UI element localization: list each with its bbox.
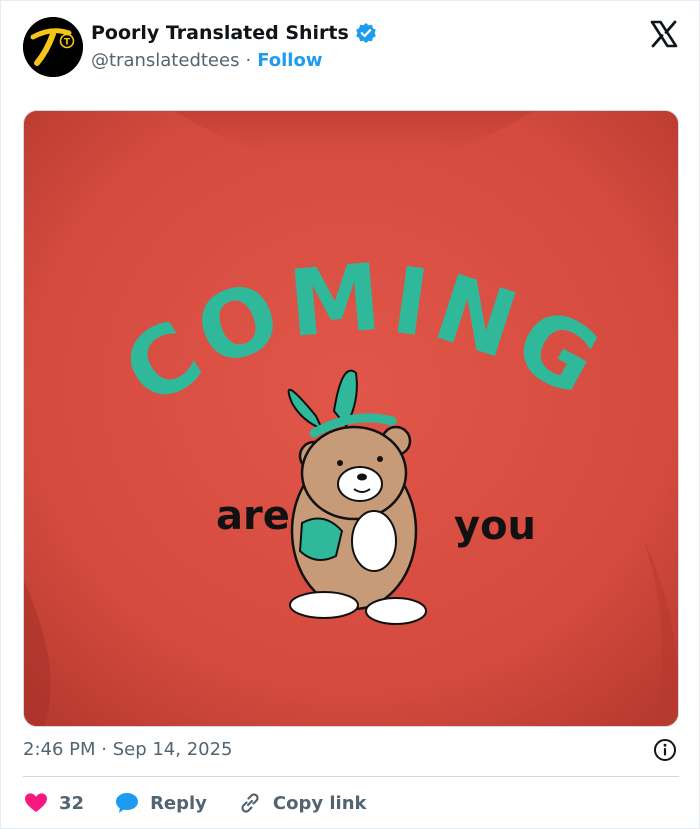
verified-badge-icon	[355, 22, 377, 44]
follow-button[interactable]: Follow	[257, 50, 322, 71]
avatar-letter: T	[64, 38, 71, 48]
tweet-header: T Poorly Translated Shirts @translatedte…	[23, 17, 679, 77]
info-icon[interactable]	[653, 738, 677, 762]
copy-link-label: Copy link	[272, 792, 367, 814]
link-icon	[237, 790, 263, 816]
reply-label: Reply	[150, 792, 207, 814]
display-name[interactable]: Poorly Translated Shirts	[91, 22, 349, 44]
like-button[interactable]: 32	[23, 790, 84, 816]
shirt-text-you: you	[454, 503, 536, 549]
tweet-actions: 32 Reply Copy link	[23, 789, 397, 817]
tweet-timestamp[interactable]: 2:46 PM · Sep 14, 2025	[23, 739, 233, 760]
copy-link-button[interactable]: Copy link	[237, 790, 367, 816]
like-count: 32	[59, 792, 85, 814]
heart-icon	[23, 790, 49, 816]
handle-row: @translatedtees · Follow	[91, 50, 322, 71]
reply-button[interactable]: Reply	[114, 790, 207, 816]
divider	[23, 776, 679, 777]
timestamp-row: 2:46 PM · Sep 14, 2025	[23, 738, 679, 764]
account-handle[interactable]: @translatedtees	[91, 50, 239, 71]
shirt-text-are: are	[216, 493, 290, 539]
separator-dot: ·	[245, 50, 252, 71]
reply-bubble-icon	[114, 790, 140, 816]
avatar[interactable]: T	[23, 17, 83, 77]
tweet-embed-card: T Poorly Translated Shirts @translatedte…	[0, 0, 700, 829]
x-logo-icon[interactable]	[649, 19, 679, 49]
tweet-media-image[interactable]: COMING are you	[23, 110, 679, 727]
name-row: Poorly Translated Shirts	[91, 22, 377, 44]
